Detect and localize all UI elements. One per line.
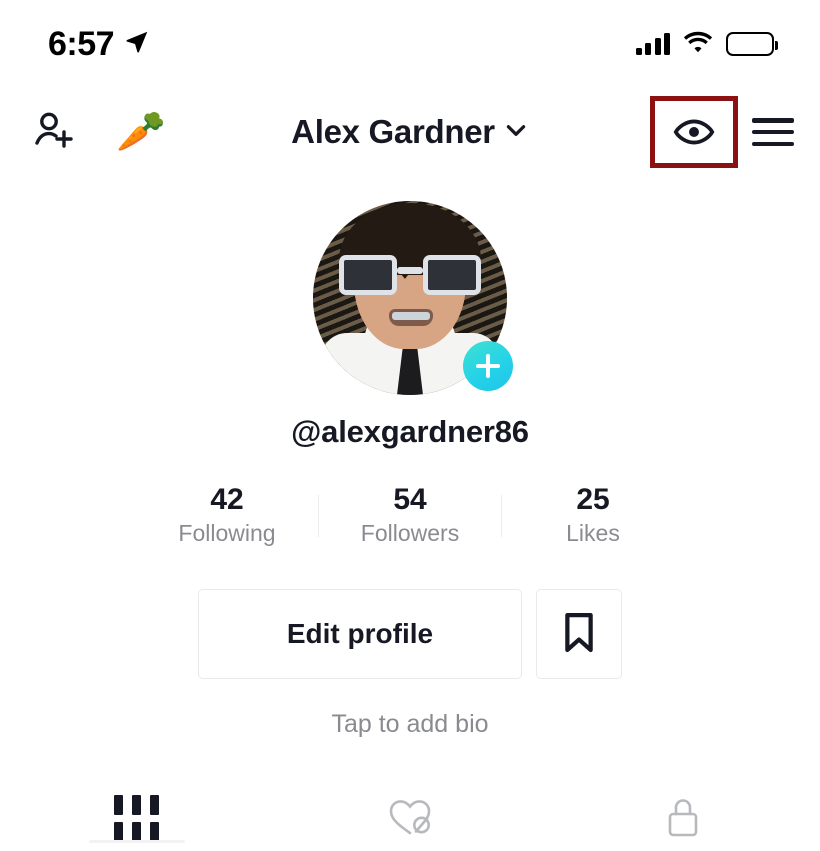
status-bar-left: 6:57: [48, 27, 150, 61]
wifi-icon: [683, 31, 713, 58]
page-title: Alex Gardner: [291, 113, 495, 150]
stat-label: Followers: [360, 520, 460, 547]
avatar-mouth: [389, 309, 433, 326]
eye-icon-annotation-highlight: [650, 96, 738, 168]
tab-private[interactable]: [547, 782, 820, 851]
username: @alexgardner86: [291, 414, 529, 449]
profile-actions: Edit profile: [198, 589, 622, 679]
content-tab-bar: [0, 782, 820, 851]
stat-label: Likes: [566, 520, 620, 547]
nav-header-left: 🥕: [30, 88, 166, 176]
active-tab-indicator: [88, 840, 185, 843]
nav-header: 🥕 Alex Gardner: [0, 88, 820, 176]
add-video-plus-button[interactable]: [463, 341, 513, 391]
stat-value: 25: [576, 483, 610, 516]
heart-hidden-icon: [386, 795, 434, 844]
stat-label: Following: [178, 520, 276, 547]
tab-videos[interactable]: [0, 782, 273, 851]
grid-icon: [114, 795, 160, 842]
stat-followers[interactable]: 54 Followers: [319, 482, 501, 551]
profile-stats: 42 Following 54 Followers 25 Likes: [136, 482, 684, 551]
stat-value: 54: [393, 483, 427, 516]
carrot-icon[interactable]: 🥕: [116, 112, 166, 152]
hamburger-menu-icon[interactable]: [752, 118, 794, 146]
battery-icon: [726, 32, 778, 56]
tiktok-profile-screen: 6:57 🥕 Alex Gardner @alexgardner86 42 Fo…: [0, 0, 820, 851]
bookmark-button[interactable]: [536, 589, 622, 679]
chevron-down-icon[interactable]: [503, 117, 529, 148]
eye-icon[interactable]: [671, 109, 717, 155]
avatar-sunglasses: [339, 255, 481, 295]
location-arrow-icon: [124, 29, 150, 60]
stat-value: 42: [210, 483, 244, 516]
tab-liked[interactable]: [273, 782, 546, 851]
status-bar: 6:57: [0, 0, 820, 88]
stat-likes[interactable]: 25 Likes: [502, 482, 684, 551]
lock-icon: [663, 795, 703, 846]
stat-following[interactable]: 42 Following: [136, 482, 318, 551]
nav-header-right: [650, 88, 794, 176]
bio-placeholder[interactable]: Tap to add bio: [0, 710, 820, 739]
bookmark-icon: [560, 611, 598, 658]
status-bar-right: [635, 31, 778, 58]
edit-profile-button[interactable]: Edit profile: [198, 589, 522, 679]
add-friend-icon[interactable]: [30, 108, 78, 156]
cellular-signal-icon: [635, 33, 670, 55]
avatar-container: [313, 201, 513, 395]
status-bar-time: 6:57: [48, 25, 115, 63]
